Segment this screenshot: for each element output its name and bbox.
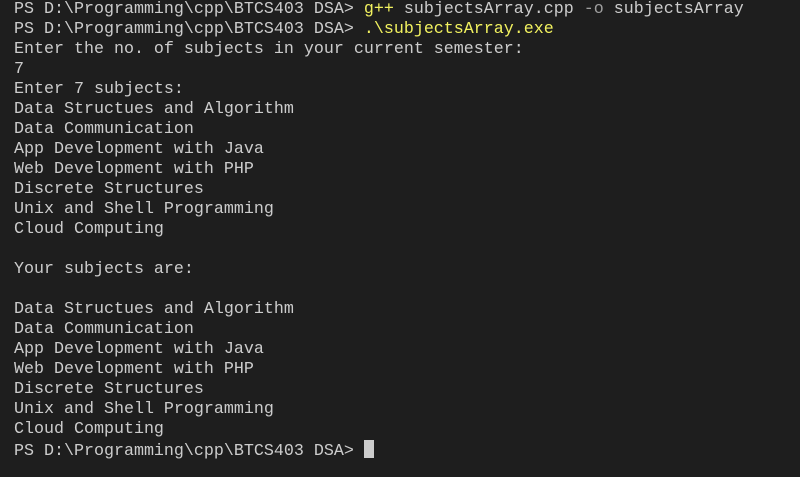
prompt: PS D:\Programming\cpp\BTCS403 DSA> [14, 442, 354, 461]
input-count: 7 [14, 60, 24, 79]
output-subject: Data Communication [14, 320, 194, 339]
input-subject: Unix and Shell Programming [14, 200, 274, 219]
terminal-window[interactable]: PS D:\Programming\cpp\BTCS403 DSA> g++ s… [0, 0, 800, 477]
command-program: g++ [363, 0, 394, 19]
output-ask-subjects: Enter 7 subjects: [14, 80, 184, 99]
command-line-compile: PS D:\Programming\cpp\BTCS403 DSA> g++ s… [14, 0, 800, 20]
output-result-header: Your subjects are: [14, 260, 194, 279]
input-subject: Web Development with PHP [14, 160, 254, 179]
input-subject: Cloud Computing [14, 220, 164, 239]
command-line-run: PS D:\Programming\cpp\BTCS403 DSA> .\sub… [14, 20, 800, 40]
output-subject: App Development with Java [14, 340, 264, 359]
prompt: PS D:\Programming\cpp\BTCS403 DSA> [14, 0, 354, 19]
output-subject: Cloud Computing [14, 420, 164, 439]
prompt: PS D:\Programming\cpp\BTCS403 DSA> [14, 20, 354, 39]
command-flag: -o [583, 0, 604, 19]
input-subject: Discrete Structures [14, 180, 204, 199]
output-subject: Discrete Structures [14, 380, 204, 399]
output-subject: Data Structues and Algorithm [14, 300, 294, 319]
input-subject: Data Structues and Algorithm [14, 100, 294, 119]
text-cursor [363, 440, 374, 458]
command-run: .\subjectsArray.exe [363, 20, 554, 39]
command-arg-output: subjectsArray [613, 0, 744, 19]
output-subject: Web Development with PHP [14, 360, 254, 379]
input-subject: Data Communication [14, 120, 194, 139]
input-subject: App Development with Java [14, 140, 264, 159]
command-line-current[interactable]: PS D:\Programming\cpp\BTCS403 DSA> [14, 440, 800, 461]
command-arg-file: subjectsArray.cpp [403, 0, 574, 19]
output-ask-count: Enter the no. of subjects in your curren… [14, 40, 524, 59]
output-subject: Unix and Shell Programming [14, 400, 274, 419]
